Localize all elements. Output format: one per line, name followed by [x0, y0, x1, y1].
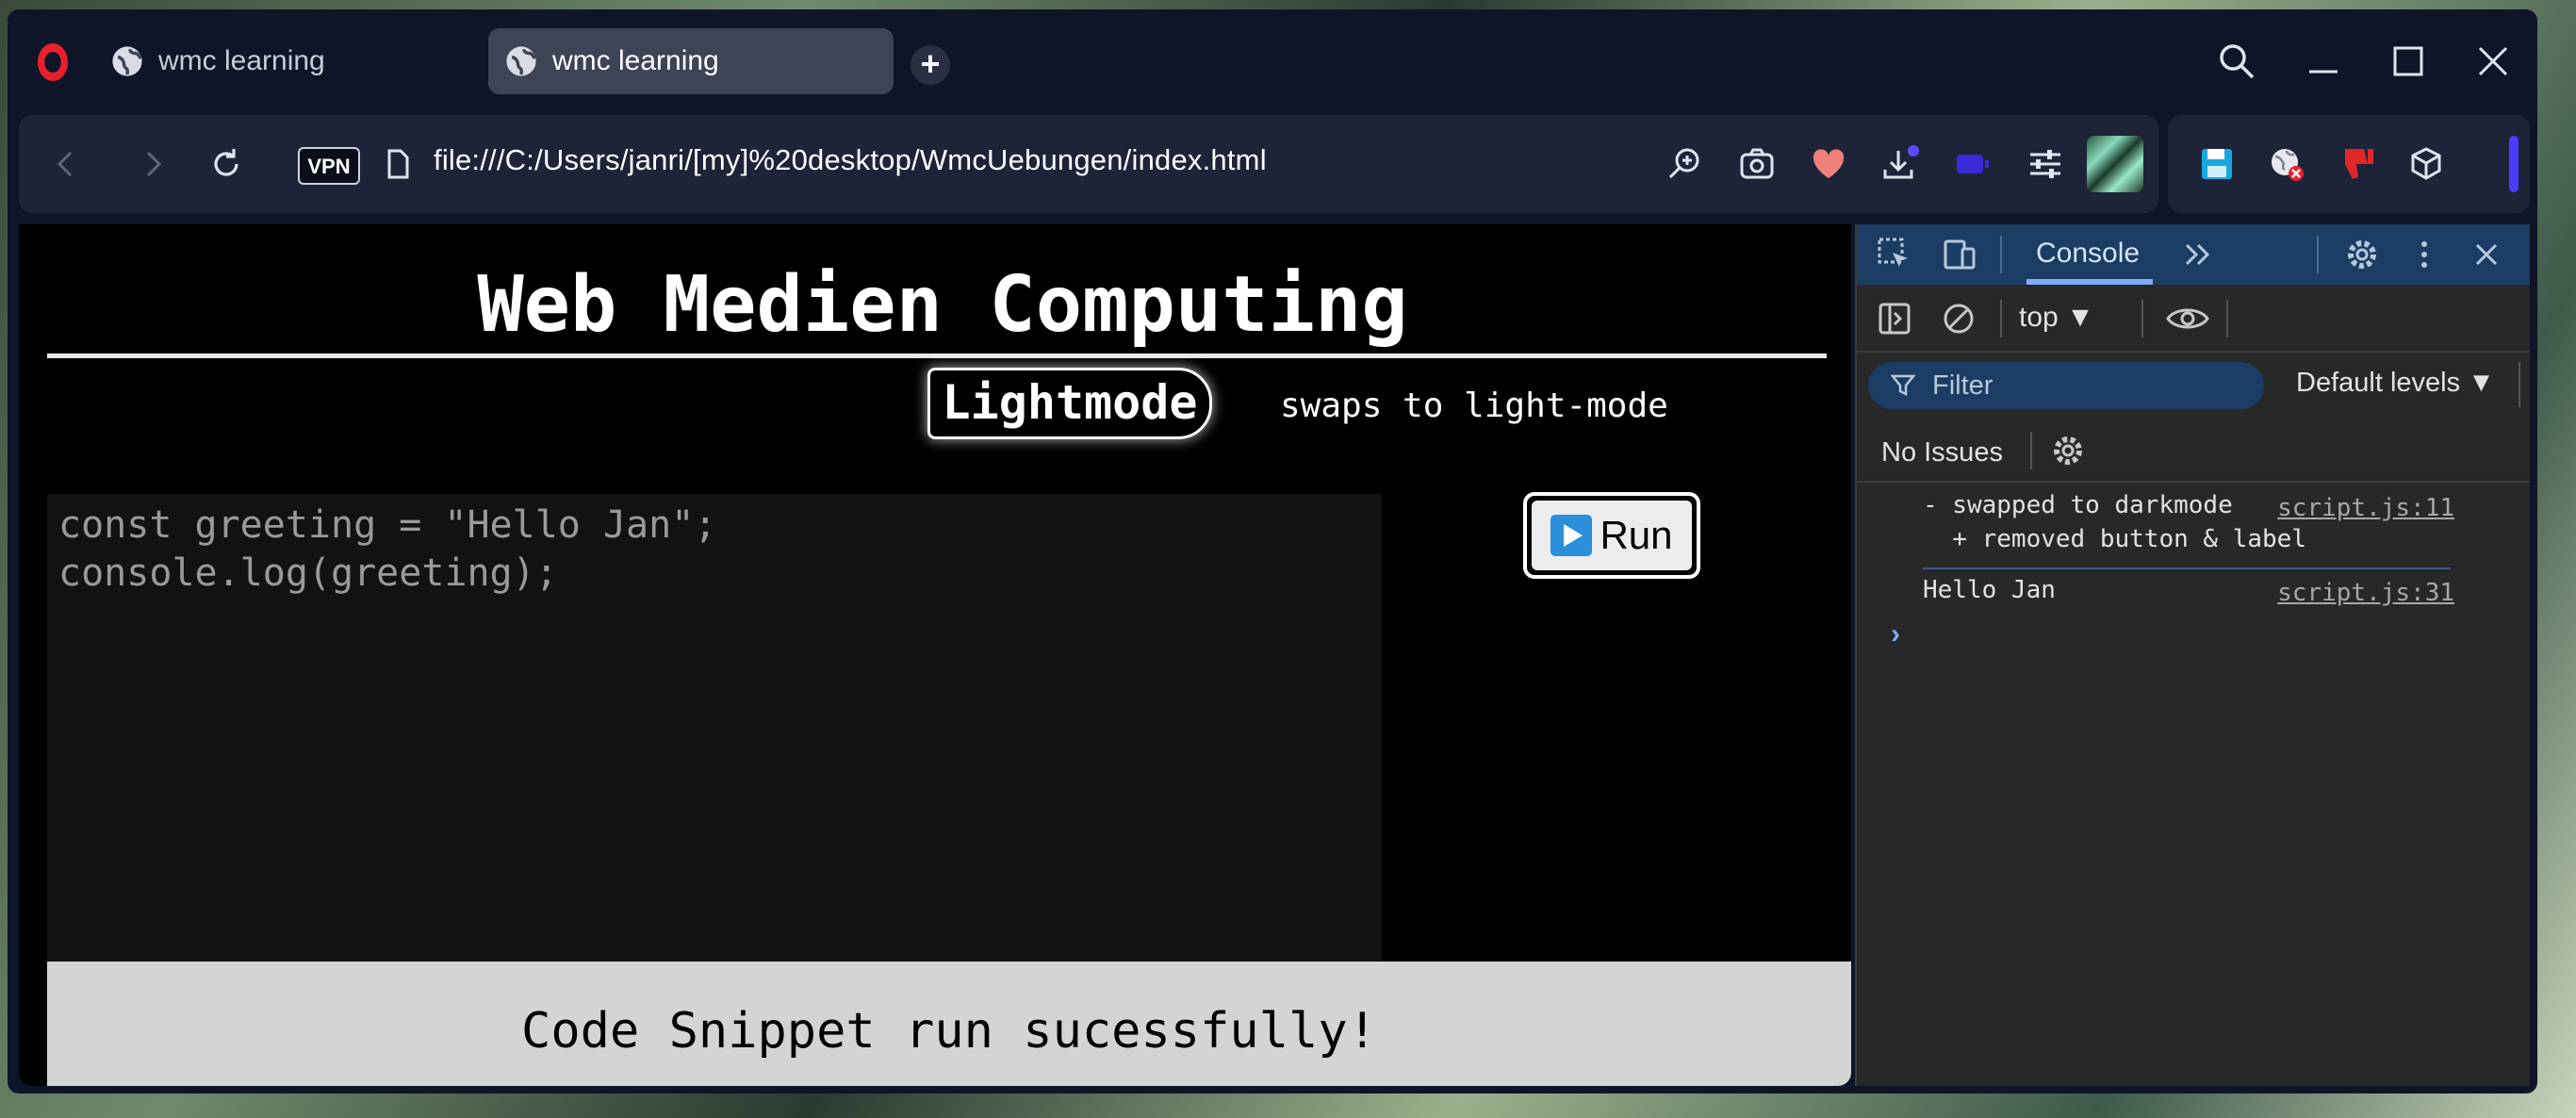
settings-sliders-icon[interactable]	[2025, 143, 2066, 185]
tab-label: wmc learning	[158, 45, 325, 76]
run-button-label: Run	[1600, 513, 1673, 557]
close-icon[interactable]	[2469, 38, 2517, 85]
dropdown-arrow-icon: ▼	[2468, 368, 2495, 398]
download-icon[interactable]	[1879, 143, 1921, 185]
status-message: Code Snippet run sucessfully!	[47, 962, 1851, 1086]
minimize-icon[interactable]	[2300, 38, 2347, 85]
sidebar-accent-bar	[2509, 136, 2519, 192]
zoom-icon[interactable]	[1665, 143, 1706, 185]
browser-window: wmc learning wmc learning + VPN file:///…	[8, 9, 2537, 1093]
new-tab-button[interactable]: +	[911, 45, 950, 85]
log-levels-dropdown[interactable]: Default levels ▼	[2296, 368, 2495, 399]
address-bar: VPN file:///C:/Users/janri/[my]%20deskto…	[19, 115, 2158, 213]
log-divider	[1923, 567, 2451, 569]
context-selector[interactable]: top ▼	[2019, 302, 2094, 334]
extensions-bar	[2168, 115, 2530, 213]
run-button-face: Run	[1532, 501, 1692, 570]
more-tabs-icon[interactable]	[2179, 236, 2217, 273]
issues-count[interactable]: No Issues	[1881, 437, 2003, 469]
toolbar-separator	[2141, 300, 2143, 337]
run-button[interactable]: Run	[1523, 492, 1700, 579]
code-editor[interactable]: const greeting = "Hello Jan"; console.lo…	[47, 494, 1382, 962]
devtools-toolbar: Console	[1857, 224, 2530, 285]
filter-input[interactable]: Filter	[1868, 362, 2264, 409]
wallpaper-thumbnail[interactable]	[2087, 136, 2143, 192]
log-source-link[interactable]: script.js:11	[2277, 494, 2454, 522]
play-icon	[1551, 515, 1593, 556]
gear-icon[interactable]	[2343, 236, 2381, 273]
save-icon[interactable]	[2196, 143, 2238, 185]
cube-icon[interactable]	[2405, 143, 2447, 185]
reload-icon[interactable]	[205, 143, 247, 185]
tab-wmc-learning-1[interactable]: wmc learning	[94, 28, 481, 94]
filter-icon	[1891, 374, 1915, 397]
log-message: Hello Jan	[1923, 576, 2056, 604]
context-value: top	[2019, 302, 2059, 333]
inspect-element-icon[interactable]	[1876, 236, 1913, 273]
web-page: Web Medien Computing Lightmode swaps to …	[19, 224, 1851, 1086]
lightmode-button[interactable]: Lightmode	[927, 368, 1212, 439]
live-expression-eye-icon[interactable]	[2164, 300, 2211, 337]
globe-icon	[506, 46, 536, 76]
clear-console-icon[interactable]	[1940, 300, 1977, 337]
tab-label: wmc learning	[552, 45, 719, 76]
tab-console[interactable]: Console	[2036, 238, 2140, 270]
device-toolbar-icon[interactable]	[1940, 236, 1977, 273]
toolbar-separator	[2226, 300, 2228, 337]
title-divider	[47, 353, 1827, 358]
sidebar-toggle-icon[interactable]	[1876, 300, 1913, 337]
kebab-menu-icon[interactable]	[2405, 236, 2443, 273]
toolbar-separator	[2000, 300, 2002, 337]
console-toolbar: top ▼	[1857, 285, 2530, 353]
toolbar-separator	[2317, 236, 2319, 273]
page-icon[interactable]	[377, 143, 418, 185]
thumbs-down-icon[interactable]	[2336, 143, 2377, 185]
globe-icon	[112, 46, 142, 76]
url-field[interactable]: file:///C:/Users/janri/[my]%20desktop/Wm…	[434, 143, 1267, 177]
log-message: - swapped to darkmode + removed button &…	[1923, 491, 2306, 553]
issues-bar: No Issues	[1857, 419, 2530, 483]
back-icon[interactable]	[45, 143, 87, 185]
forward-icon[interactable]	[132, 143, 173, 185]
toolbar-separator	[2000, 236, 2002, 273]
toolbar-separator	[2030, 432, 2032, 469]
devtools-panel: Console top ▼ Filter Default levels ▼ No…	[1855, 224, 2530, 1086]
battery-icon[interactable]	[1951, 143, 1993, 185]
globe-blocked-icon[interactable]	[2266, 143, 2307, 185]
close-devtools-icon[interactable]	[2468, 236, 2505, 273]
filter-placeholder: Filter	[1932, 370, 1994, 401]
dropdown-arrow-icon: ▼	[2066, 302, 2094, 333]
gear-icon[interactable]	[2049, 432, 2087, 469]
log-source-link[interactable]: script.js:31	[2277, 579, 2454, 607]
search-icon[interactable]	[2213, 38, 2260, 85]
tab-wmc-learning-2[interactable]: wmc learning	[488, 28, 894, 94]
console-prompt[interactable]: ›	[1891, 618, 1900, 650]
levels-label: Default levels	[2296, 368, 2461, 398]
mode-label: swaps to light-mode	[1280, 386, 1668, 425]
camera-icon[interactable]	[1736, 143, 1778, 185]
levels-divider	[2519, 362, 2520, 407]
heart-icon[interactable]	[1808, 143, 1849, 185]
page-title: Web Medien Computing	[477, 260, 1408, 350]
opera-logo-icon[interactable]	[38, 43, 68, 81]
tab-strip: wmc learning wmc learning +	[8, 9, 2537, 113]
vpn-badge[interactable]: VPN	[298, 147, 360, 185]
maximize-icon[interactable]	[2385, 38, 2432, 85]
